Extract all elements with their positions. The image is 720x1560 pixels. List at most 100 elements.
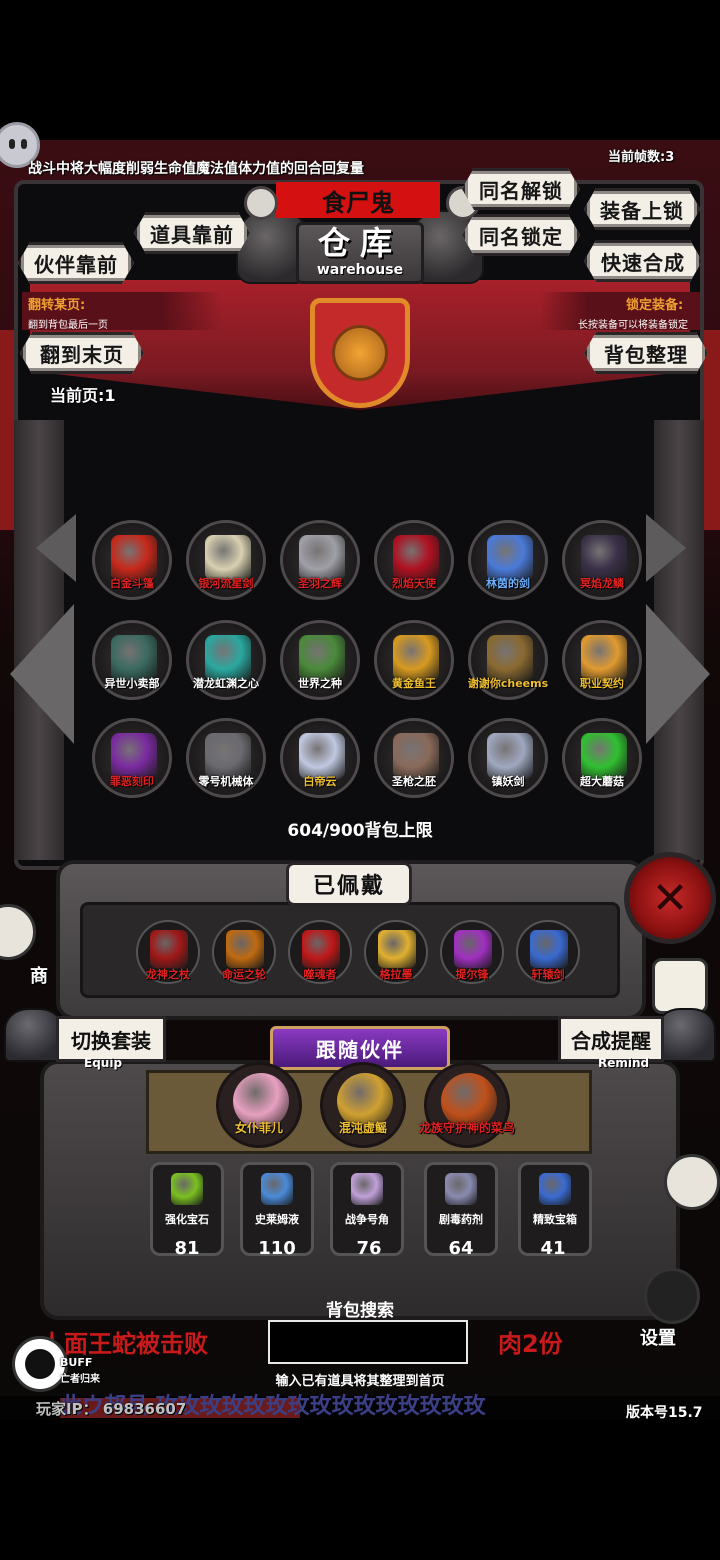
inventory-slot[interactable]: 圣羽之辉 — [280, 520, 360, 600]
inventory-slot[interactable]: 白帝云 — [280, 718, 360, 798]
prev-page-arrow-icon[interactable] — [10, 604, 74, 744]
prev-row-arrow-icon[interactable] — [36, 514, 76, 582]
item-label: 龙神之杖 — [146, 968, 190, 981]
inventory-slot[interactable]: 潜龙虹渊之心 — [186, 620, 266, 700]
goto-last-page-button[interactable]: 翻到末页 — [20, 332, 144, 374]
item-label: 林茵的剑 — [486, 577, 530, 590]
dice-icon[interactable] — [652, 958, 708, 1014]
same-name-unlock-button[interactable]: 同名解锁 — [462, 168, 580, 210]
material-count: 110 — [258, 1238, 296, 1259]
search-label: 背包搜索 — [326, 1301, 394, 1321]
item-icon — [226, 930, 264, 968]
item-label: 圣羽之辉 — [298, 577, 342, 590]
inventory-slot[interactable]: 林茵的剑 — [468, 520, 548, 600]
warehouse-title-plate: 仓库 warehouse — [296, 222, 424, 284]
inventory-slot[interactable]: 职业契约 — [562, 620, 642, 700]
flip-page-title: 翻转某页: — [28, 298, 86, 313]
item-label: 命运之轮 — [222, 968, 266, 981]
item-label: 噬魂者 — [303, 968, 337, 981]
material-label: 精致宝箱 — [533, 1213, 577, 1226]
player-ip: 玩家IP： 69836607 — [36, 1400, 187, 1418]
partner-front-button[interactable]: 伙伴靠前 — [18, 242, 134, 284]
combat-notice: 战斗中将大幅度削弱生命值魔法值体力值的回合回复量 — [28, 161, 364, 177]
right-edge-icon[interactable] — [664, 1154, 720, 1210]
item-label: 白金斗篷 — [110, 577, 154, 590]
material-label: 史莱姆液 — [255, 1213, 299, 1226]
skull-left-icon — [244, 186, 278, 220]
inventory-slot[interactable]: 罪恶刻印 — [92, 718, 172, 798]
lion-shield-emblem — [310, 298, 410, 408]
quick-craft-button[interactable]: 快速合成 — [584, 240, 702, 282]
item-label: 圣枪之胚 — [392, 775, 436, 788]
inventory-slot[interactable]: 白金斗篷 — [92, 520, 172, 600]
game-screen: 战斗中将大幅度削弱生命值魔法值体力值的回合回复量 当前帧数:3 食尸鬼 仓库 w… — [0, 0, 720, 1560]
companion-slot[interactable]: 女仆菲儿 — [216, 1062, 302, 1148]
inventory-slot[interactable]: 谢谢你cheems — [468, 620, 548, 700]
equipped-slot[interactable]: 轩辕剑 — [516, 920, 580, 984]
helmet-right-small-ornament — [656, 1008, 716, 1062]
search-hint: 输入已有道具将其整理到首页 — [275, 1374, 445, 1389]
equipped-slot[interactable]: 龙神之杖 — [136, 920, 200, 984]
inventory-slot[interactable]: 银河流星剑 — [186, 520, 266, 600]
item-front-button[interactable]: 道具靠前 — [134, 212, 250, 254]
material-icon — [445, 1173, 477, 1205]
companion-slot[interactable]: 混沌虚鳐 — [320, 1062, 406, 1148]
item-icon — [150, 930, 188, 968]
item-label: 烈焰天使 — [392, 577, 436, 590]
item-icon — [454, 930, 492, 968]
inventory-slot[interactable]: 圣枪之胚 — [374, 718, 454, 798]
inventory-slot[interactable]: 黄金鱼王 — [374, 620, 454, 700]
shop-label[interactable]: 商 — [30, 962, 48, 988]
skull-icon — [25, 1349, 55, 1379]
equipped-slot[interactable]: 提尔锋 — [440, 920, 504, 984]
sort-bag-button[interactable]: 背包整理 — [584, 332, 708, 374]
material-count: 76 — [356, 1238, 382, 1259]
item-label: 超大蘑菇 — [580, 775, 624, 788]
warehouse-title-en: warehouse — [316, 262, 404, 278]
equip-lock-button[interactable]: 装备上锁 — [584, 188, 700, 230]
buff-sub-label: 亡者归来 — [60, 1374, 100, 1385]
item-label: 潜龙虹渊之心 — [193, 677, 259, 690]
inventory-slot[interactable]: 镇妖剑 — [468, 718, 548, 798]
equipped-slot[interactable]: 噬魂者 — [288, 920, 352, 984]
inventory-slot[interactable]: 零号机械体 — [186, 718, 266, 798]
bag-search-input[interactable] — [268, 1320, 468, 1364]
item-label: 零号机械体 — [198, 775, 254, 788]
inventory-slot[interactable]: 超大蘑菇 — [562, 718, 642, 798]
equipped-slot[interactable]: 命运之轮 — [212, 920, 276, 984]
item-icon — [378, 930, 416, 968]
companion-label: 龙族守护神的菜鸟 — [418, 1121, 515, 1135]
companion-slot[interactable]: 龙族守护神的菜鸟 — [419, 1062, 515, 1148]
equipped-slot[interactable]: 格拉墨 — [364, 920, 428, 984]
version-label: 版本号15.7 — [626, 1405, 703, 1421]
next-page-arrow-icon[interactable] — [646, 604, 710, 744]
material-label: 剧毒药剂 — [439, 1213, 483, 1226]
settings-label[interactable]: 设置 — [640, 1324, 676, 1350]
inventory-slot[interactable]: 异世小卖部 — [92, 620, 172, 700]
inventory-slot[interactable]: 世界之种 — [280, 620, 360, 700]
next-row-arrow-icon[interactable] — [646, 514, 686, 582]
flip-page-sub: 翻到背包最后一页 — [28, 320, 108, 331]
item-label: 异世小卖部 — [104, 677, 160, 690]
lion-icon — [332, 325, 388, 381]
material-label: 强化宝石 — [165, 1213, 209, 1226]
close-button[interactable]: ✕ — [624, 852, 716, 944]
item-label: 谢谢你cheems — [467, 677, 549, 690]
material-count: 64 — [448, 1238, 474, 1259]
item-label: 镇妖剑 — [491, 775, 525, 788]
frame-rate-label: 当前帧数:3 — [608, 150, 675, 165]
inventory-slot[interactable]: 烈焰天使 — [374, 520, 454, 600]
monster-name: 食尸鬼 — [276, 182, 440, 218]
item-label: 提尔锋 — [455, 968, 489, 981]
item-label: 格拉墨 — [379, 968, 413, 981]
item-label: 冥焰龙鳞 — [580, 577, 624, 590]
avatar-eye-right — [21, 139, 27, 149]
lock-equip-sub: 长按装备可以将装备锁定 — [578, 320, 688, 331]
equipped-title: 已佩戴 — [286, 862, 412, 906]
inventory-slot[interactable]: 冥焰龙鳞 — [562, 520, 642, 600]
bag-capacity: 604/900背包上限 — [287, 821, 433, 841]
same-name-lock-button[interactable]: 同名锁定 — [462, 214, 580, 256]
material-icon — [351, 1173, 383, 1205]
item-icon — [302, 930, 340, 968]
item-label: 白帝云 — [303, 775, 337, 788]
